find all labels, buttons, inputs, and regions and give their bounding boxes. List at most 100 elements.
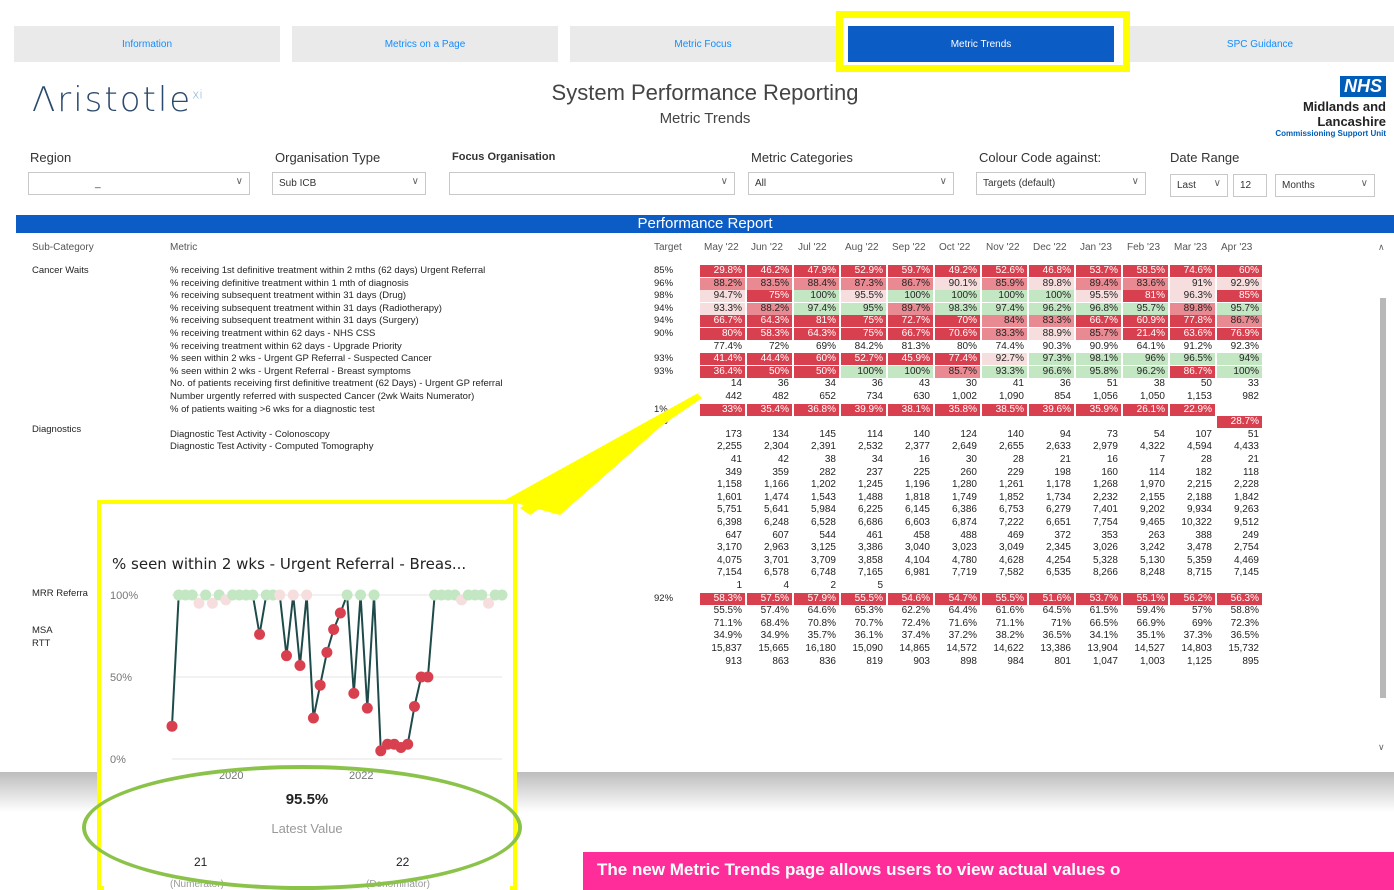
table-cell[interactable]: 84.2% [841, 341, 886, 353]
table-cell[interactable]: 95.5% [841, 290, 886, 303]
table-cell[interactable]: 469 [982, 530, 1027, 542]
table-cell[interactable]: 36 [1029, 378, 1074, 390]
table-cell[interactable]: 95% [841, 302, 886, 315]
table-cell[interactable]: 81% [1123, 290, 1168, 303]
table-cell[interactable]: 140 [982, 429, 1027, 441]
table-cell[interactable]: 72.3% [1217, 618, 1262, 630]
table-cell[interactable]: 801 [1029, 656, 1074, 668]
table-cell[interactable]: 372 [1029, 530, 1074, 542]
table-cell[interactable]: 1,178 [1029, 479, 1074, 491]
table-cell[interactable]: 86.7% [1217, 315, 1262, 328]
table-cell[interactable]: 71.1% [700, 618, 745, 630]
table-cell[interactable]: 6,386 [935, 504, 980, 516]
table-cell[interactable]: 30 [935, 454, 980, 466]
table-cell[interactable]: 80% [700, 328, 745, 340]
table-cell[interactable]: 35.9% [1076, 403, 1121, 416]
table-cell[interactable]: 93.3% [982, 365, 1027, 378]
table-cell[interactable]: 145 [794, 429, 839, 441]
month-header[interactable]: Jan '23 [1080, 242, 1112, 253]
table-cell[interactable]: 96.8% [1076, 302, 1121, 315]
table-cell[interactable]: 1,125 [1170, 656, 1215, 668]
table-cell[interactable]: 72.4% [888, 618, 933, 630]
table-cell[interactable]: 2,345 [1029, 542, 1074, 554]
table-cell[interactable]: 237 [841, 467, 886, 479]
table-cell[interactable]: 3,125 [794, 542, 839, 554]
table-cell[interactable]: 6,651 [1029, 517, 1074, 529]
table-cell[interactable]: 92.9% [1217, 277, 1262, 290]
table-cell[interactable]: 4,628 [982, 555, 1027, 567]
table-cell[interactable]: 2,155 [1123, 492, 1168, 504]
scroll-up-icon[interactable]: ∧ [1378, 242, 1385, 253]
table-cell[interactable]: 2,754 [1217, 542, 1262, 554]
table-cell[interactable]: 86.7% [1170, 365, 1215, 378]
table-cell[interactable]: 61.6% [982, 605, 1027, 617]
metric-name[interactable]: % receiving definitive treatment within … [170, 278, 409, 290]
table-cell[interactable]: 2,228 [1217, 479, 1262, 491]
table-cell[interactable]: 1,003 [1123, 656, 1168, 668]
table-cell[interactable]: 5,359 [1170, 555, 1215, 567]
table-cell[interactable]: 7,582 [982, 567, 1027, 579]
table-cell[interactable]: 482 [747, 391, 792, 403]
table-cell[interactable]: 1,268 [1076, 479, 1121, 491]
table-cell[interactable]: 3,049 [982, 542, 1027, 554]
table-cell[interactable]: 70.7% [841, 618, 886, 630]
table-cell[interactable]: 10,322 [1170, 517, 1215, 529]
table-cell[interactable]: 461 [841, 530, 886, 542]
table-cell[interactable]: 898 [935, 656, 980, 668]
table-cell[interactable]: 38 [794, 454, 839, 466]
table-cell[interactable]: 52.6% [982, 265, 1027, 277]
table-cell[interactable]: 2,655 [982, 441, 1027, 453]
date-count-input[interactable]: 12 [1233, 174, 1267, 197]
metric-name[interactable]: % receiving treatment within 62 days - N… [170, 328, 375, 340]
scroll-down-icon[interactable]: ∨ [1378, 742, 1385, 753]
table-cell[interactable]: 47.9% [794, 265, 839, 277]
table-cell[interactable]: 2,304 [747, 441, 792, 453]
table-cell[interactable]: 100% [982, 290, 1027, 303]
metric-name[interactable]: % of patients waiting >6 wks for a diagn… [170, 404, 375, 416]
table-cell[interactable]: 97.4% [982, 302, 1027, 315]
tab-spc-guidance[interactable]: SPC Guidance [1126, 26, 1394, 62]
table-cell[interactable]: 9,263 [1217, 504, 1262, 516]
table-cell[interactable]: 83.5% [747, 277, 792, 290]
table-cell[interactable]: 14,865 [888, 643, 933, 655]
table-cell[interactable]: 34.9% [747, 630, 792, 642]
table-cell[interactable]: 14,622 [982, 643, 1027, 655]
month-header[interactable]: Aug '22 [845, 242, 879, 253]
table-cell[interactable]: 87.3% [841, 277, 886, 290]
table-cell[interactable]: 21 [1029, 454, 1074, 466]
table-cell[interactable]: 34.9% [700, 630, 745, 642]
tab-metrics-on-a-page[interactable]: Metrics on a Page [292, 26, 558, 62]
table-cell[interactable]: 95.7% [1123, 302, 1168, 315]
table-cell[interactable]: 9,202 [1123, 504, 1168, 516]
month-header[interactable]: Apr '23 [1221, 242, 1252, 253]
table-cell[interactable]: 58.8% [1217, 605, 1262, 617]
table-cell[interactable]: 39.6% [1029, 403, 1074, 416]
table-cell[interactable]: 55.1% [1123, 592, 1168, 605]
table-cell[interactable]: 50 [1170, 378, 1215, 390]
table-cell[interactable]: 2,532 [841, 441, 886, 453]
table-cell[interactable]: 71.1% [982, 618, 1027, 630]
table-cell[interactable]: 913 [700, 656, 745, 668]
table-cell[interactable]: 84% [982, 315, 1027, 328]
table-cell[interactable]: 71.6% [935, 618, 980, 630]
table-cell[interactable]: 14,527 [1123, 643, 1168, 655]
table-cell[interactable]: 1,090 [982, 391, 1027, 403]
table-cell[interactable]: 836 [794, 656, 839, 668]
metric-name[interactable]: % receiving subsequent treatment within … [170, 290, 406, 302]
table-cell[interactable]: 15,732 [1217, 643, 1262, 655]
table-cell[interactable]: 72.7% [888, 315, 933, 328]
col-target[interactable]: Target [654, 242, 682, 253]
table-cell[interactable]: 1,474 [747, 492, 792, 504]
table-cell[interactable]: 91% [1170, 277, 1215, 290]
table-cell[interactable]: 59.7% [888, 265, 933, 277]
table-cell[interactable]: 37.4% [888, 630, 933, 642]
table-cell[interactable]: 38.2% [982, 630, 1027, 642]
table-cell[interactable]: 16 [1076, 454, 1121, 466]
table-cell[interactable]: 83.3% [982, 328, 1027, 340]
date-unit-dropdown[interactable]: Months ∨ [1275, 174, 1375, 197]
table-cell[interactable]: 64.1% [1123, 341, 1168, 353]
table-cell[interactable]: 6,686 [841, 517, 886, 529]
table-cell[interactable]: 100% [841, 365, 886, 378]
month-header[interactable]: Oct '22 [939, 242, 970, 253]
table-cell[interactable]: 3,709 [794, 555, 839, 567]
